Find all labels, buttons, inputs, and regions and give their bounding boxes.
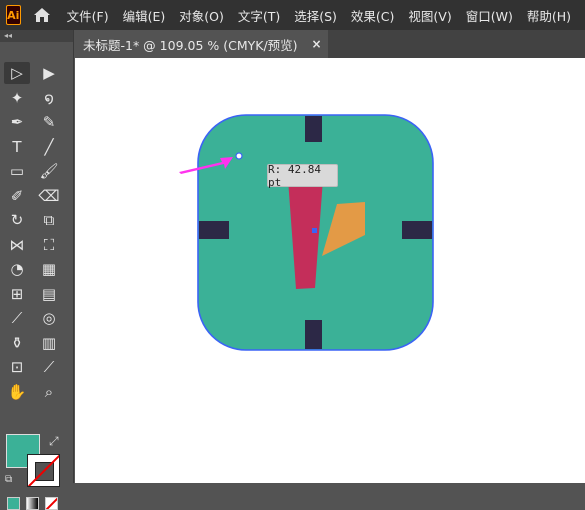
close-icon[interactable]: × [312,37,322,51]
document-tab-title: 未标题-1* @ 109.05 % (CMYK/预览) [83,37,298,53]
rectangle-icon: ▭ [9,162,25,180]
paintbrush-icon: 🖌 [39,162,59,180]
rectangle-tool[interactable]: ▭ [4,160,30,182]
perspective-grid-tool[interactable]: ▦ [36,258,62,280]
column-graph-tool[interactable]: ▥ [36,332,62,354]
blend-icon: ◎ [42,309,56,327]
menu-item-5[interactable]: 效果(C) [351,6,394,25]
gradient-mode-icon[interactable] [26,497,39,510]
rotate-icon: ↻ [10,211,24,229]
mesh-tool[interactable]: ⊞ [4,283,30,305]
menu-item-3[interactable]: 文字(T) [238,6,280,25]
tool-grid: ▷ ▶ ✦ ໑ ✒ ✎ T ╱ ▭ 🖌 ✐ ⌫ ↻ ⧉ ⋈ ⛶ ◔ ▦ ⊞ ▤ ⟋ ◎ ⚱ ▥ ⊡ ⟋ ✋ ⌕ [4,62,66,405]
zoom-icon: ⌕ [44,382,54,401]
swap-fill-stroke-icon[interactable]: ⤢ [49,434,59,449]
zoom-tool[interactable]: ⌕ [36,381,62,403]
type-icon: T [12,137,22,156]
tick-left[interactable] [199,221,229,239]
artwork [179,114,434,351]
menu-item-0[interactable]: 文件(F) [67,6,109,25]
tools-panel: ◂◂ ▷ ▶ ✦ ໑ ✒ ✎ T ╱ ▭ 🖌 ✐ ⌫ ↻ ⧉ ⋈ ⛶ ◔ ▦ ⊞ ▤ ⟋ ◎ ⚱ ▥ ⊡ ⟋ ✋ ⌕ ⤢ ⧉ [0,30,74,510]
default-fill-stroke-icon[interactable]: ⧉ [5,474,12,485]
scale-tool[interactable]: ⧉ [36,209,62,231]
home-icon[interactable] [33,3,51,27]
symbol-sprayer-tool[interactable]: ⚱ [4,332,30,354]
lasso-icon: ໑ [44,88,54,107]
lasso-tool[interactable]: ໑ [36,87,62,109]
tick-bottom[interactable] [305,320,322,349]
selection-tool[interactable]: ▷ [4,62,30,84]
color-mode-icon[interactable] [7,497,20,510]
magic-wand-icon: ✦ [10,88,24,107]
main-menu: 文件(F) 编辑(E) 对象(O) 文字(T) 选择(S) 效果(C) 视图(V) 窗口(W)… [67,6,585,25]
curvature-tool[interactable]: ✎ [36,111,62,133]
corner-radius-widget[interactable] [235,152,243,160]
curvature-icon: ✎ [42,113,56,131]
slice-icon: ⟋ [43,358,55,376]
direct-selection-tool[interactable]: ▶ [36,62,62,84]
gradient-tool[interactable]: ▤ [36,283,62,305]
hand-icon: ✋ [7,382,27,401]
menu-item-7[interactable]: 窗口(W) [466,6,513,25]
symbol-sprayer-icon: ⚱ [10,333,24,352]
slice-tool[interactable]: ⟋ [36,356,62,378]
eraser-icon: ⌫ [38,186,60,205]
scale-icon: ⧉ [43,211,55,229]
eraser-tool[interactable]: ⌫ [36,185,62,207]
hand-tool[interactable]: ✋ [4,381,30,403]
mesh-icon: ⊞ [10,284,24,303]
menu-item-6[interactable]: 视图(V) [408,6,451,25]
center-anchor-point[interactable] [312,228,317,233]
perspective-grid-icon: ▦ [41,260,57,278]
document-tab[interactable]: 未标题-1* @ 109.05 % (CMYK/预览) × [75,30,328,58]
menu-item-2[interactable]: 对象(O) [179,6,224,25]
menu-bar: Ai 文件(F) 编辑(E) 对象(O) 文字(T) 选择(S) 效果(C) 视图(V) 窗口… [0,0,585,30]
pen-tool[interactable]: ✒ [4,111,30,133]
rotate-tool[interactable]: ↻ [4,209,30,231]
none-mode-icon[interactable] [45,497,58,510]
menu-item-4[interactable]: 选择(S) [294,6,337,25]
paintbrush-tool[interactable]: 🖌 [36,160,62,182]
illustrator-logo: Ai [6,5,21,25]
free-transform-icon: ⛶ [43,235,55,254]
width-icon: ⋈ [9,235,25,254]
blend-tool[interactable]: ◎ [36,307,62,329]
color-mode-row [7,497,58,510]
artboard-icon: ⊡ [10,358,24,376]
artboard-tool[interactable]: ⊡ [4,356,30,378]
shape-builder-tool[interactable]: ◔ [4,258,30,280]
document-tab-bar: 未标题-1* @ 109.05 % (CMYK/预览) × [75,30,585,58]
shaper-icon: ✐ [10,186,24,205]
radius-tooltip: R: 42.84 pt [267,163,338,189]
pen-icon: ✒ [10,113,24,131]
shape-builder-icon: ◔ [10,260,24,278]
tick-right[interactable] [402,221,432,239]
width-tool[interactable]: ⋈ [4,234,30,256]
menu-item-8[interactable]: 帮助(H) [527,6,571,25]
direct-selection-icon: ▶ [43,64,55,82]
type-tool[interactable]: T [4,136,30,158]
line-tool[interactable]: ╱ [36,136,62,158]
magic-wand-tool[interactable]: ✦ [4,87,30,109]
eyedropper-tool[interactable]: ⟋ [4,307,30,329]
column-graph-icon: ▥ [41,333,57,352]
free-transform-tool[interactable]: ⛶ [36,234,62,256]
selection-arrow-icon: ▷ [11,64,23,82]
tick-top[interactable] [305,116,322,142]
shaper-tool[interactable]: ✐ [4,185,30,207]
gradient-icon: ▤ [41,284,57,303]
line-segment-icon: ╱ [44,137,54,156]
panel-collapse-icon[interactable]: ◂◂ [0,30,73,42]
eyedropper-icon: ⟋ [11,309,23,327]
artboard-canvas[interactable]: R: 42.84 pt [75,58,585,483]
stroke-none-swatch[interactable] [27,454,60,487]
menu-item-1[interactable]: 编辑(E) [123,6,166,25]
